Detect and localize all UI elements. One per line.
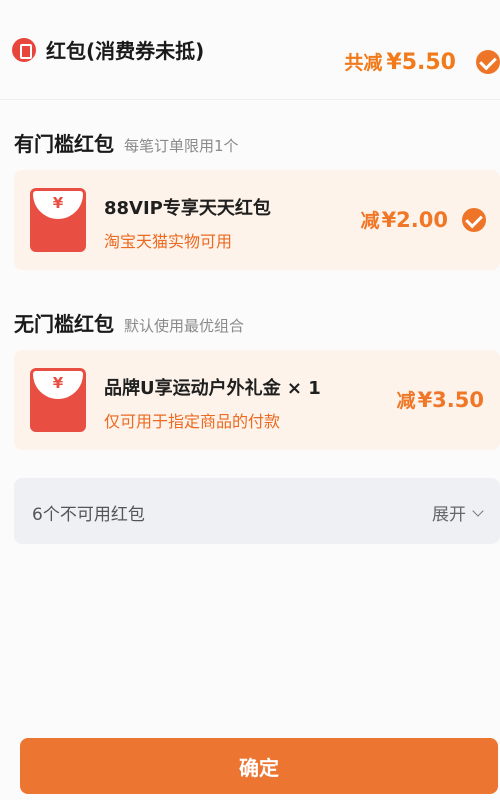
section-subtitle: 默认使用最优组合	[124, 317, 245, 335]
coupon-card-brand-sports[interactable]: ¥ 品牌U享运动户外礼金 × 1 仅可用于指定商品的付款 减 ¥3.50	[14, 350, 500, 450]
yen-symbol: ¥	[52, 374, 64, 392]
unavailable-coupons-row[interactable]: 6个不可用红包 展开	[14, 478, 500, 544]
expand-label: 展开	[432, 505, 466, 525]
expand-button[interactable]: 展开	[432, 500, 484, 525]
coupon-amount-value: ¥2.00	[381, 208, 448, 232]
total-discount-prefix: 共减	[344, 52, 383, 74]
section-no-threshold-title: 无门槛红包 默认使用最优组合	[14, 308, 244, 337]
confirm-button[interactable]: 确定	[20, 738, 498, 794]
red-envelope-selector: 红包(消费券未抵) 共减 ¥5.50 有门槛红包 每笔订单限用1个 ¥ 88VI…	[0, 0, 500, 800]
coupon-amount: 减 ¥3.50	[397, 386, 484, 413]
yen-symbol: ¥	[52, 194, 64, 212]
coupon-title: 88VIP专享天天红包	[104, 198, 271, 219]
section-title: 无门槛红包	[14, 312, 114, 336]
unavailable-coupons-label: 6个不可用红包	[32, 505, 145, 525]
coupon-description: 淘宝天猫实物可用	[104, 232, 233, 251]
red-envelope-icon: ¥	[30, 368, 86, 432]
select-all-checkmark-icon[interactable]	[476, 50, 500, 74]
chevron-down-icon	[472, 504, 484, 517]
coupon-amount-prefix: 减	[396, 390, 416, 412]
section-title: 有门槛红包	[14, 132, 114, 156]
coupon-card-88vip[interactable]: ¥ 88VIP专享天天红包 淘宝天猫实物可用 减 ¥2.00	[14, 170, 500, 270]
coupon-amount: 减 ¥2.00	[361, 206, 448, 233]
total-discount-amount: ¥5.50	[386, 50, 456, 75]
header: 红包(消费券未抵) 共减 ¥5.50	[0, 0, 500, 100]
coupon-amount-value: ¥3.50	[417, 388, 484, 412]
section-subtitle: 每笔订单限用1个	[124, 137, 239, 155]
coupon-title: 品牌U享运动户外礼金 × 1	[104, 378, 321, 399]
coupon-amount-prefix: 减	[360, 210, 380, 232]
red-envelope-icon: ¥	[30, 188, 86, 252]
total-discount: 共减 ¥5.50	[344, 48, 456, 75]
page-title: 红包(消费券未抵)	[46, 39, 205, 63]
coupon-description: 仅可用于指定商品的付款	[104, 412, 281, 431]
selected-checkmark-icon[interactable]	[462, 208, 486, 232]
red-envelope-icon	[12, 37, 36, 62]
section-threshold-title: 有门槛红包 每笔订单限用1个	[14, 128, 239, 157]
